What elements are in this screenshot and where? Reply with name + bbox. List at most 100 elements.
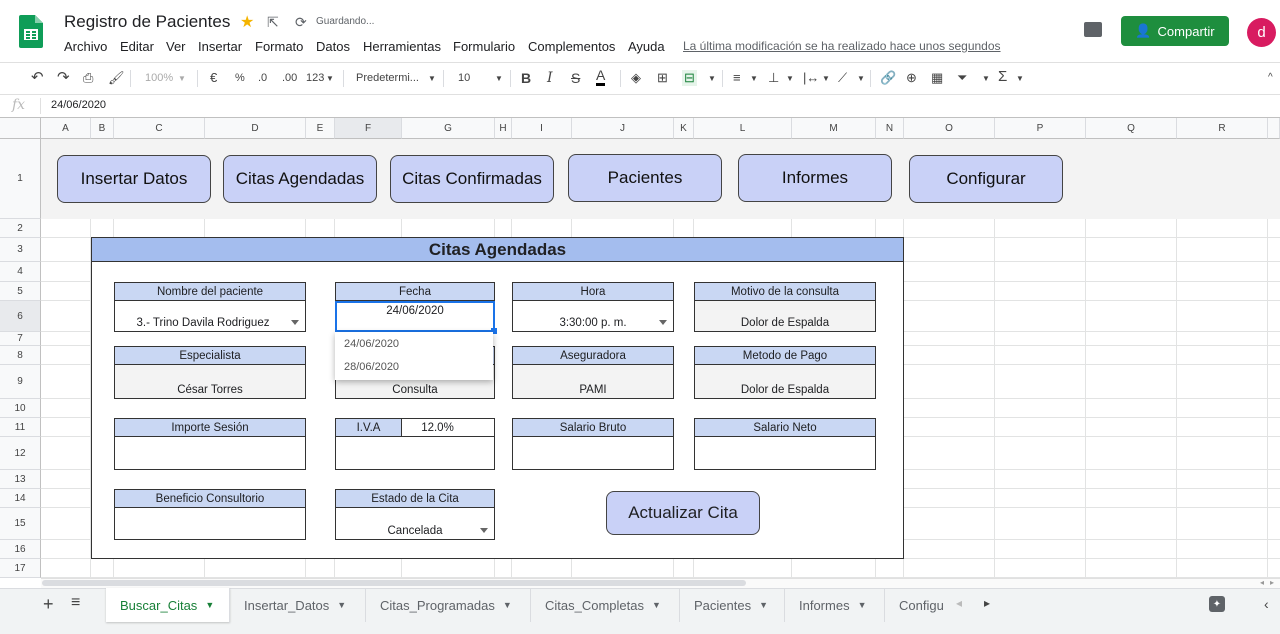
chevron-down-icon[interactable]: ▼ xyxy=(503,600,512,610)
row-header[interactable]: 4 xyxy=(0,262,41,282)
filter-icon[interactable]: ⏷ xyxy=(957,70,967,86)
scrollbar-thumb[interactable] xyxy=(42,580,746,586)
column-header[interactable]: E xyxy=(306,118,335,139)
explore-icon[interactable]: ✦ xyxy=(1209,596,1225,612)
scroll-left-icon[interactable]: ◂ xyxy=(1260,578,1270,588)
column-header[interactable]: A xyxy=(41,118,91,139)
column-header[interactable]: F xyxy=(335,118,402,139)
bold-button[interactable]: B xyxy=(521,70,531,86)
chevron-down-icon[interactable]: ▼ xyxy=(1016,74,1024,83)
menu-datos[interactable]: Datos xyxy=(316,39,350,54)
row-header[interactable]: 7 xyxy=(0,332,41,346)
chevron-down-icon[interactable]: ▼ xyxy=(337,600,346,610)
column-header[interactable]: B xyxy=(91,118,114,139)
insert-comment-icon[interactable]: ⊕ xyxy=(906,70,917,86)
sheet-tab[interactable]: Citas_Programadas ▼ xyxy=(366,588,531,622)
row-header[interactable]: 1 xyxy=(0,139,41,219)
text-color-button[interactable]: A xyxy=(596,68,606,86)
strikethrough-button[interactable]: S xyxy=(571,70,580,86)
tabs-scroll-right-icon[interactable]: ▸ xyxy=(984,596,990,610)
functions-icon[interactable]: Σ xyxy=(998,68,1007,85)
aseguradora-field[interactable]: PAMI xyxy=(512,365,674,399)
collapse-toolbar-icon[interactable]: ^ xyxy=(1268,72,1273,83)
sheet-tab[interactable]: Configu xyxy=(885,588,945,622)
sheet-tab[interactable]: Insertar_Datos ▼ xyxy=(230,588,366,622)
chevron-down-icon[interactable]: ▼ xyxy=(858,600,867,610)
especialista-field[interactable]: César Torres xyxy=(114,365,306,399)
iva-total-field[interactable] xyxy=(335,437,495,470)
chevron-down-icon[interactable]: ▼ xyxy=(982,74,990,83)
text-rotation-icon[interactable]: ⟋ xyxy=(838,70,847,86)
estado-dropdown[interactable]: Cancelada xyxy=(335,508,495,540)
menu-herramientas[interactable]: Herramientas xyxy=(363,39,441,54)
last-modified-link[interactable]: La última modificación se ha realizado h… xyxy=(683,39,1001,53)
row-header[interactable]: 14 xyxy=(0,489,41,508)
column-header[interactable]: N xyxy=(876,118,904,139)
tabs-scroll-left-icon[interactable]: ◂ xyxy=(956,596,962,610)
column-header[interactable]: K xyxy=(674,118,694,139)
currency-format-button[interactable]: € xyxy=(210,70,217,85)
row-header[interactable]: 15 xyxy=(0,508,41,540)
sheets-logo-icon[interactable] xyxy=(19,15,43,48)
hora-dropdown[interactable]: 3:30:00 p. m. xyxy=(512,301,674,332)
dropdown-arrow-icon[interactable] xyxy=(659,320,667,325)
column-header[interactable]: P xyxy=(995,118,1086,139)
formula-input[interactable]: 24/06/2020 xyxy=(51,99,106,111)
print-icon[interactable]: ⎙ xyxy=(83,70,93,86)
row-header[interactable]: 10 xyxy=(0,399,41,418)
side-panel-collapse-icon[interactable]: ‹ xyxy=(1264,596,1269,612)
fill-color-icon[interactable]: ◈ xyxy=(631,70,641,86)
row-header[interactable]: 8 xyxy=(0,346,41,365)
chevron-down-icon[interactable]: ▼ xyxy=(708,74,716,83)
dropdown-arrow-icon[interactable] xyxy=(291,320,299,325)
column-header[interactable]: D xyxy=(205,118,306,139)
chevron-down-icon[interactable]: ▼ xyxy=(495,74,503,83)
chevron-down-icon[interactable]: ▼ xyxy=(759,600,768,610)
chevron-down-icon[interactable]: ▼ xyxy=(750,74,758,83)
column-header[interactable]: I xyxy=(512,118,572,139)
column-header[interactable]: M xyxy=(792,118,876,139)
configurar-button[interactable]: Configurar xyxy=(909,155,1063,203)
align-vertical-icon[interactable]: ⊥ xyxy=(768,70,779,86)
insert-link-icon[interactable]: 🔗 xyxy=(880,70,896,86)
menu-complementos[interactable]: Complementos xyxy=(528,39,615,54)
merge-cells-icon[interactable]: ⊟ xyxy=(682,70,697,86)
row-header[interactable]: 9 xyxy=(0,365,41,399)
date-option[interactable]: 24/06/2020 xyxy=(344,338,399,350)
importe-field[interactable] xyxy=(114,437,306,470)
percent-format-button[interactable]: % xyxy=(235,72,245,84)
chevron-down-icon[interactable]: ▼ xyxy=(428,74,436,83)
increase-decimal-button[interactable]: .00 xyxy=(282,72,297,84)
column-header[interactable]: H xyxy=(495,118,512,139)
citas-confirmadas-button[interactable]: Citas Confirmadas xyxy=(390,155,554,203)
chevron-down-icon[interactable]: ▼ xyxy=(205,600,214,610)
sheet-tab[interactable]: Citas_Completas ▼ xyxy=(531,588,680,622)
select-all-corner[interactable] xyxy=(0,118,41,139)
actualizar-cita-button[interactable]: Actualizar Cita xyxy=(606,491,760,535)
date-option[interactable]: 28/06/2020 xyxy=(344,361,399,373)
move-folder-icon[interactable]: ⇱ xyxy=(267,14,279,31)
borders-icon[interactable]: ⊞ xyxy=(657,70,668,86)
chevron-down-icon[interactable]: ▼ xyxy=(652,600,661,610)
salario-neto-field[interactable] xyxy=(694,437,876,470)
motivo-field[interactable]: Dolor de Espalda xyxy=(694,301,876,332)
row-header[interactable]: 11 xyxy=(0,418,41,437)
row-header[interactable]: 6 xyxy=(0,301,41,332)
share-button[interactable]: 👤 Compartir xyxy=(1121,16,1229,46)
align-horizontal-icon[interactable]: ≡ xyxy=(733,70,741,85)
avatar[interactable]: d xyxy=(1247,18,1276,47)
column-header[interactable]: O xyxy=(904,118,995,139)
menu-insertar[interactable]: Insertar xyxy=(198,39,242,54)
all-sheets-icon[interactable]: ≡ xyxy=(71,594,80,612)
font-family-select[interactable]: Predetermi... xyxy=(356,72,419,84)
row-header[interactable]: 13 xyxy=(0,470,41,489)
sheet-tab[interactable]: Informes ▼ xyxy=(785,588,885,622)
informes-button[interactable]: Informes xyxy=(738,154,892,202)
insertar-datos-button[interactable]: Insertar Datos xyxy=(57,155,211,203)
column-header[interactable]: G xyxy=(402,118,495,139)
undo-icon[interactable]: ↶ xyxy=(31,68,44,86)
sheet-tab[interactable]: Pacientes ▼ xyxy=(680,588,785,622)
row-header[interactable]: 5 xyxy=(0,282,41,301)
menu-formato[interactable]: Formato xyxy=(255,39,303,54)
chevron-down-icon[interactable]: ▼ xyxy=(326,74,334,83)
